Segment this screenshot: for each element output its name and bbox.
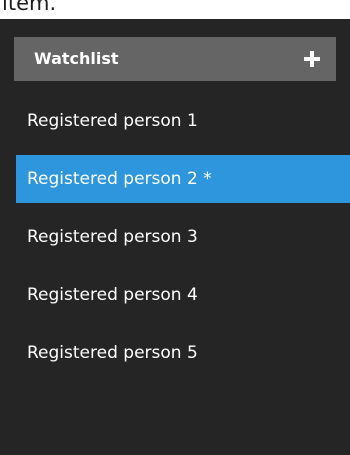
watchlist-title: Watchlist — [34, 49, 119, 68]
watchlist-item-label: Registered person 3 — [27, 227, 198, 247]
plus-icon — [304, 51, 320, 67]
watchlist-item[interactable]: Registered person 5 — [16, 329, 350, 377]
watchlist-item-label: Registered person 2 * — [27, 169, 212, 189]
watchlist-panel: Watchlist Registered person 1 Registered… — [0, 19, 350, 455]
page-top-strip: item. — [0, 0, 350, 19]
watchlist-header: Watchlist — [14, 37, 336, 81]
page-top-text: item. — [2, 0, 57, 15]
watchlist-item-selected[interactable]: Registered person 2 * — [16, 155, 350, 203]
watchlist-item-label: Registered person 4 — [27, 285, 198, 305]
watchlist-item[interactable]: Registered person 4 — [16, 271, 350, 319]
watchlist-item[interactable]: Registered person 1 — [16, 97, 350, 145]
watchlist-item-label: Registered person 1 — [27, 111, 198, 131]
watchlist-item[interactable]: Registered person 3 — [16, 213, 350, 261]
add-person-button[interactable] — [296, 43, 328, 75]
watchlist-item-label: Registered person 5 — [27, 343, 198, 363]
watchlist-list: Registered person 1 Registered person 2 … — [16, 97, 350, 387]
